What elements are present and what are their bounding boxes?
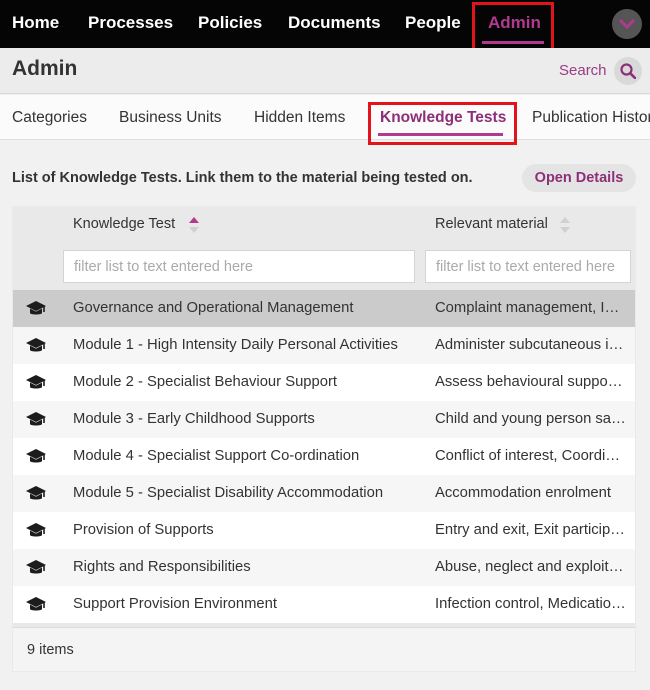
graduation-cap-icon: [25, 374, 47, 397]
sort-unsorted-icon[interactable]: [559, 216, 571, 234]
graduation-cap-icon: [25, 448, 47, 471]
table-row[interactable]: Provision of Supports Entry and exit, Exi…: [13, 512, 635, 549]
column-header-knowledge-test[interactable]: Knowledge Test: [73, 216, 175, 232]
relevant-material: Entry and exit, Exit participants: [435, 522, 627, 538]
nav-home[interactable]: Home: [12, 0, 59, 48]
page-description: List of Knowledge Tests. Link them to th…: [12, 170, 473, 186]
tab-knowledge-tests[interactable]: Knowledge Tests: [380, 109, 506, 127]
item-count: 9 items: [27, 642, 74, 658]
page-title: Admin: [12, 57, 78, 80]
nav-documents[interactable]: Documents: [288, 0, 381, 48]
nav-people[interactable]: People: [405, 0, 461, 48]
relevant-material: Conflict of interest, Coordination: [435, 448, 627, 464]
search-label[interactable]: Search: [559, 62, 607, 79]
knowledge-test-name: Support Provision Environment: [73, 596, 277, 612]
page-header: Admin Search: [0, 48, 650, 94]
graduation-cap-icon: [25, 485, 47, 508]
table-body: Governance and Operational Management Com…: [13, 290, 635, 623]
graduation-cap-icon: [25, 559, 47, 582]
table-row[interactable]: Module 2 - Specialist Behaviour Support A…: [13, 364, 635, 401]
column-header-relevant-material[interactable]: Relevant material: [435, 216, 548, 232]
table-row[interactable]: Rights and Responsibilities Abuse, neglec…: [13, 549, 635, 586]
table-footer: 9 items: [13, 627, 635, 671]
tab-hidden-items[interactable]: Hidden Items: [254, 109, 345, 127]
admin-tabs: Categories Business Units Hidden Items K…: [0, 95, 650, 140]
table-row[interactable]: Governance and Operational Management Com…: [13, 290, 635, 327]
table-row[interactable]: Module 1 - High Intensity Daily Personal…: [13, 327, 635, 364]
top-navigation: Home Processes Policies Documents People…: [0, 0, 650, 48]
nav-active-indicator: [482, 41, 544, 44]
relevant-material: Infection control, Medication management: [435, 596, 627, 612]
tab-publication-history[interactable]: Publication History: [532, 109, 650, 127]
relevant-material: Administer subcutaneous injections: [435, 337, 627, 353]
knowledge-test-name: Rights and Responsibilities: [73, 559, 251, 575]
table-row[interactable]: Module 5 - Specialist Disability Accommo…: [13, 475, 635, 512]
tab-business-units[interactable]: Business Units: [119, 109, 222, 127]
table-row[interactable]: Support Provision Environment Infection c…: [13, 586, 635, 623]
filter-knowledge-test-input[interactable]: [63, 250, 415, 283]
graduation-cap-icon: [25, 411, 47, 434]
filter-relevant-material-input[interactable]: [425, 250, 631, 283]
relevant-material: Child and young person safety: [435, 411, 627, 427]
relevant-material: Complaint management, Incident managemen…: [435, 300, 627, 316]
graduation-cap-icon: [25, 522, 47, 545]
nav-more-chevron-icon[interactable]: [612, 9, 642, 39]
knowledge-test-name: Module 2 - Specialist Behaviour Support: [73, 374, 338, 390]
knowledge-test-name: Module 4 - Specialist Support Co-ordinat…: [73, 448, 360, 464]
table-row[interactable]: Module 4 - Specialist Support Co-ordinat…: [13, 438, 635, 475]
nav-policies[interactable]: Policies: [198, 0, 262, 48]
knowledge-test-name: Module 1 - High Intensity Daily Personal…: [73, 337, 398, 353]
sort-ascending-icon[interactable]: [188, 216, 200, 234]
tab-categories[interactable]: Categories: [12, 109, 87, 127]
graduation-cap-icon: [25, 300, 47, 323]
knowledge-test-name: Module 3 - Early Childhood Supports: [73, 411, 315, 427]
knowledge-test-name: Module 5 - Specialist Disability Accommo…: [73, 485, 384, 501]
tab-active-indicator: [378, 133, 503, 136]
knowledge-test-name: Governance and Operational Management: [73, 300, 354, 316]
relevant-material: Abuse, neglect and exploitation: [435, 559, 627, 575]
knowledge-test-name: Provision of Supports: [73, 522, 214, 538]
table-row[interactable]: Module 3 - Early Childhood Supports Child…: [13, 401, 635, 438]
relevant-material: Assess behavioural support needs: [435, 374, 627, 390]
knowledge-tests-grid: Knowledge Test Relevant material Governa…: [12, 206, 636, 672]
search-button[interactable]: [614, 57, 642, 85]
search-icon: [620, 63, 636, 79]
open-details-button[interactable]: Open Details: [522, 164, 636, 192]
graduation-cap-icon: [25, 596, 47, 619]
relevant-material: Accommodation enrolment: [435, 485, 612, 501]
graduation-cap-icon: [25, 337, 47, 360]
nav-processes[interactable]: Processes: [88, 0, 173, 48]
